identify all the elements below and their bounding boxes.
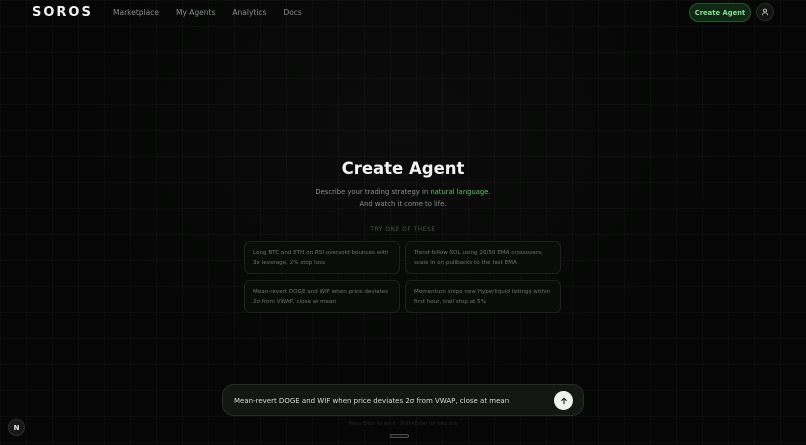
nav-link-analytics[interactable]: Analytics [232, 8, 266, 17]
top-nav: SOROS Marketplace My Agents Analytics Do… [0, 0, 806, 26]
strategy-prompt-input[interactable] [234, 394, 544, 408]
suggestion-card[interactable]: Momentum snipe new Hyperliquid listings … [405, 280, 561, 313]
corner-n-badge[interactable]: N [8, 419, 25, 436]
prompt-hint: Press Enter to send · Shift+Enter for ne… [348, 422, 458, 427]
suggestion-card[interactable]: Long BTC and ETH on RSI oversold bounces… [244, 241, 400, 274]
page: SOROS Marketplace My Agents Analytics Do… [0, 0, 806, 445]
suggestions-label: TRY ONE OF THESE [370, 227, 436, 233]
scroll-indicator[interactable] [390, 434, 409, 438]
subtitle-line-2: And watch it come to life. [359, 200, 447, 208]
page-subtitle: Describe your trading strategy in natura… [0, 186, 806, 210]
prompt-box [222, 384, 584, 416]
brand-logo[interactable]: SOROS [32, 5, 93, 20]
nav-link-my-agents[interactable]: My Agents [176, 8, 215, 17]
suggestion-card[interactable]: Trend-follow SOL using 20/50 EMA crossov… [405, 241, 561, 274]
user-menu-button[interactable] [756, 3, 774, 21]
nav-link-docs[interactable]: Docs [283, 8, 301, 17]
subtitle-suffix: . [488, 188, 491, 196]
subtitle-line-1: Describe your trading strategy in natura… [0, 186, 806, 198]
create-agent-button[interactable]: Create Agent [689, 3, 751, 22]
user-icon [761, 8, 769, 16]
page-title: Create Agent [341, 159, 465, 178]
subtitle-prefix: Describe your trading strategy in [315, 188, 431, 196]
nav-link-marketplace[interactable]: Marketplace [113, 8, 159, 17]
subtitle-accent: natural language [430, 188, 489, 196]
suggestion-card[interactable]: Mean-revert DOGE and WIF when price devi… [244, 280, 400, 313]
background-grid [0, 0, 806, 445]
nav-links: Marketplace My Agents Analytics Docs [113, 8, 302, 17]
send-button[interactable] [554, 391, 573, 410]
arrow-up-icon [560, 397, 567, 404]
